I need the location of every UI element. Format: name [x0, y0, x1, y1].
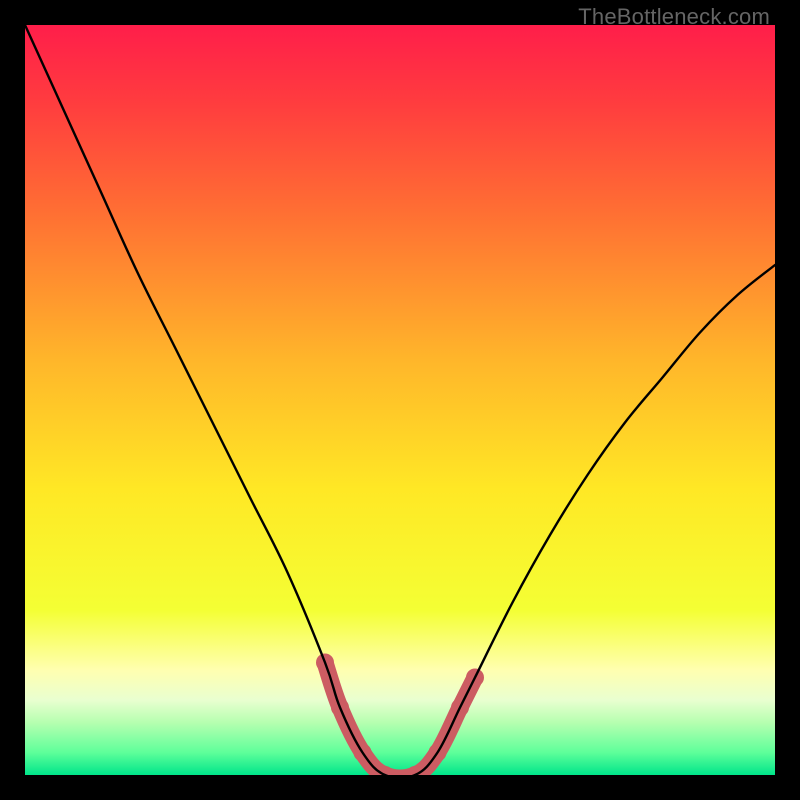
gradient-background: [25, 25, 775, 775]
watermark-text: TheBottleneck.com: [578, 4, 770, 30]
bottleneck-chart: [25, 25, 775, 775]
chart-frame: [25, 25, 775, 775]
